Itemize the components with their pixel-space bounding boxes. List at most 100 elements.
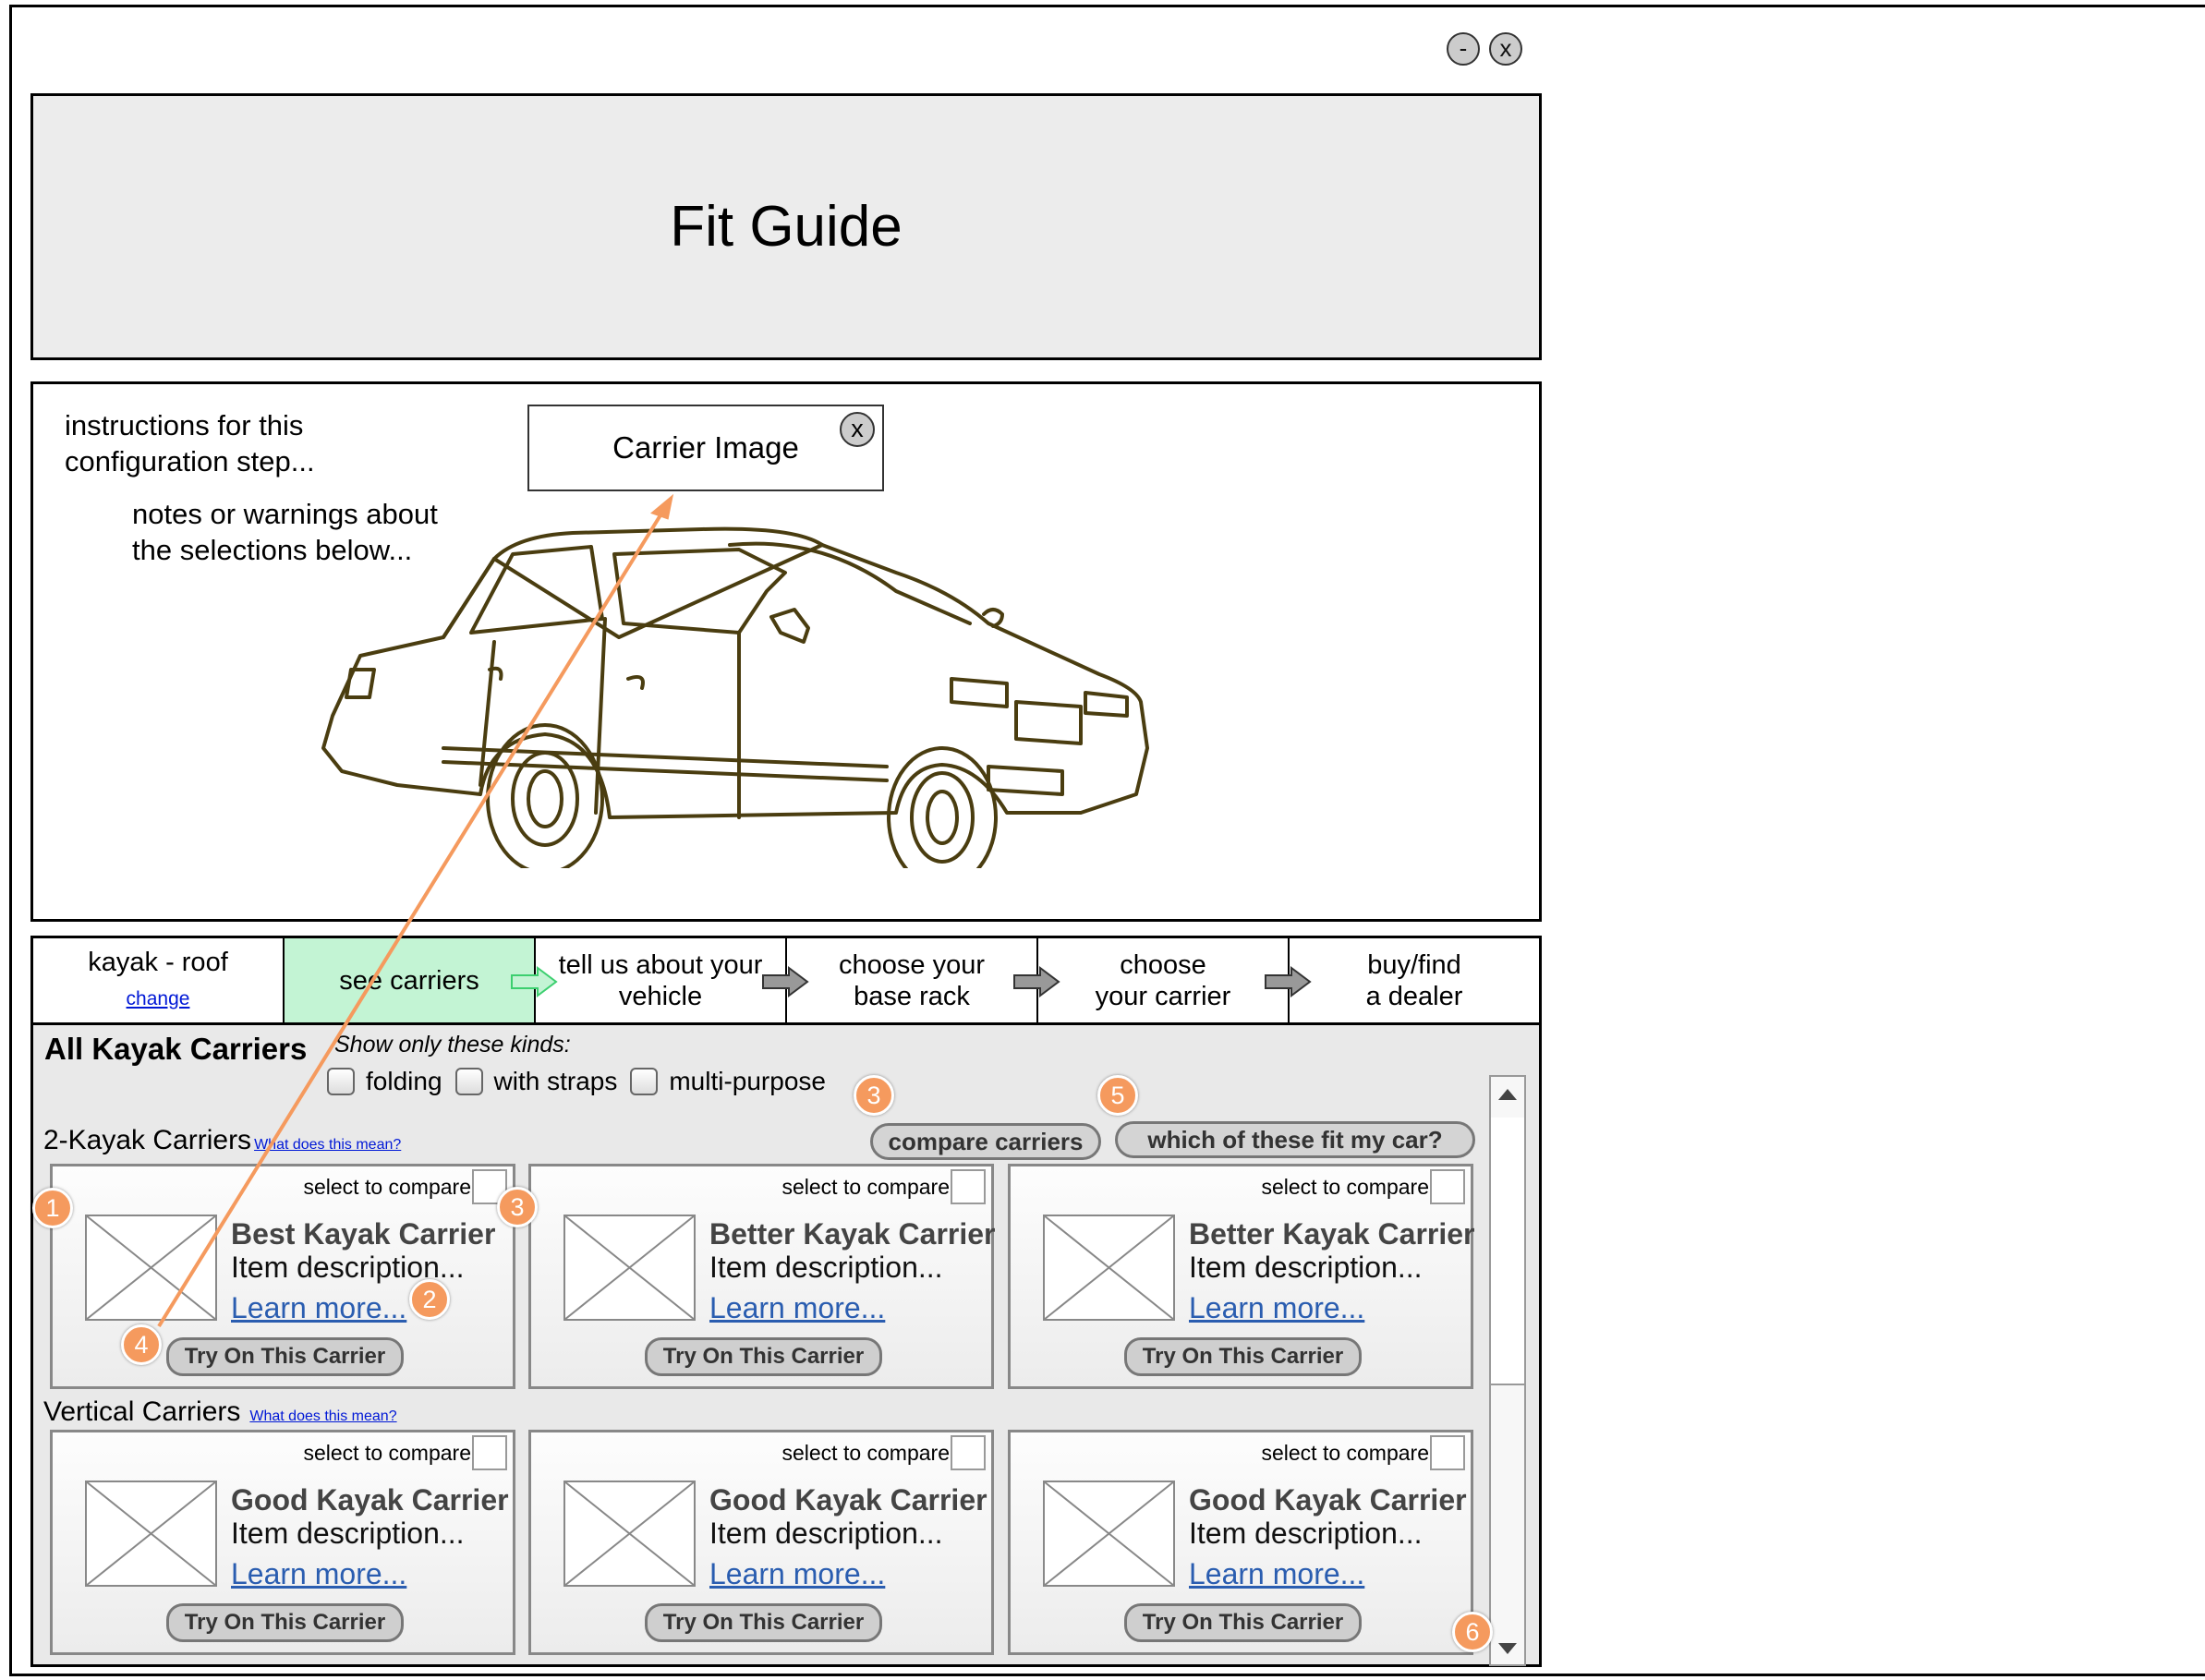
step-label: your carrier	[1095, 981, 1231, 1011]
carrier-description: Item description...	[709, 1251, 943, 1284]
step-label: choose	[1120, 949, 1206, 980]
page-title: Fit Guide	[670, 195, 903, 259]
learn-more-link[interactable]: Learn more...	[709, 1557, 885, 1591]
image-placeholder-icon	[1043, 1215, 1175, 1321]
carrier-title: Good Kayak Carrier	[709, 1483, 987, 1517]
instructions-text: instructions for this configuration step…	[65, 407, 315, 479]
step-label: a dealer	[1365, 981, 1463, 1011]
scroll-down-icon[interactable]	[1496, 1639, 1519, 1658]
content-title: All Kayak Carriers	[44, 1032, 308, 1066]
filter-straps-checkbox[interactable]	[454, 1068, 483, 1095]
instructions-line: instructions for this	[65, 409, 304, 441]
carrier-description: Item description...	[1189, 1517, 1423, 1550]
instructions-line: configuration step...	[65, 445, 315, 477]
step-label: buy/find	[1367, 949, 1461, 980]
section-header: Vertical Carriers What does this mean?	[43, 1396, 397, 1428]
carrier-image-label: Carrier Image	[612, 430, 799, 465]
annotation-badge: 2	[409, 1279, 450, 1320]
compare-checkbox[interactable]	[951, 1169, 986, 1204]
select-to-compare-label: select to compare	[1261, 1175, 1429, 1199]
change-link[interactable]: change	[127, 984, 190, 1015]
side-panel	[1560, 5, 2205, 1676]
step-label: tell us about your	[558, 949, 763, 980]
step-vehicle[interactable]: tell us about your vehicle	[536, 938, 809, 1022]
compare-carriers-button[interactable]: compare carriers	[870, 1123, 1101, 1160]
step-choose-carrier[interactable]: choose your carrier	[1038, 938, 1312, 1022]
step-arrow-icon	[1013, 966, 1060, 997]
scroll-up-icon[interactable]	[1496, 1085, 1519, 1104]
step-label: choose your	[839, 949, 985, 980]
filter-label: Show only these kinds:	[334, 1032, 571, 1058]
page-header: Fit Guide	[30, 93, 1542, 360]
filter-label-straps: with straps	[493, 1067, 618, 1095]
carrier-description: Item description...	[709, 1517, 943, 1550]
image-placeholder-icon	[85, 1215, 217, 1321]
carrier-title: Good Kayak Carrier	[1189, 1483, 1467, 1517]
filter-label-multipurpose: multi-purpose	[669, 1067, 826, 1095]
step-see-carriers[interactable]: see carriers	[285, 938, 558, 1022]
carrier-description: Item description...	[1189, 1251, 1423, 1284]
image-placeholder-icon	[563, 1215, 696, 1321]
filter-group: folding with straps multi-purpose	[327, 1067, 826, 1096]
carrier-description: Item description...	[231, 1517, 465, 1550]
close-button[interactable]: x	[1489, 32, 1522, 66]
annotation-badge: 1	[32, 1188, 73, 1228]
image-placeholder-icon	[85, 1481, 217, 1587]
fit-my-car-button[interactable]: which of these fit my car?	[1115, 1121, 1475, 1158]
compare-checkbox[interactable]	[472, 1435, 507, 1470]
select-to-compare-label: select to compare	[781, 1175, 950, 1199]
try-on-carrier-button[interactable]: Try On This Carrier	[166, 1603, 404, 1642]
compare-checkbox[interactable]	[1430, 1435, 1465, 1470]
try-on-carrier-button[interactable]: Try On This Carrier	[166, 1337, 404, 1376]
try-on-carrier-button[interactable]: Try On This Carrier	[1124, 1337, 1362, 1376]
annotation-badge: 4	[121, 1324, 162, 1365]
minimize-button[interactable]: -	[1447, 32, 1480, 66]
compare-checkbox[interactable]	[1430, 1169, 1465, 1204]
learn-more-link[interactable]: Learn more...	[231, 1557, 406, 1591]
section-label: 2-Kayak Carriers	[43, 1125, 252, 1155]
step-label: kayak - roof	[88, 947, 228, 977]
car-illustration	[321, 526, 1149, 868]
step-progress-bar: kayak - roof change see carriers tell us…	[30, 936, 1542, 1025]
scrollbar-thumb[interactable]	[1491, 1118, 1524, 1385]
help-link[interactable]: What does this mean?	[249, 1408, 396, 1425]
image-placeholder-icon	[1043, 1481, 1175, 1587]
image-placeholder-icon	[563, 1481, 696, 1587]
step-label: base rack	[854, 981, 970, 1011]
select-to-compare-label: select to compare	[781, 1441, 950, 1465]
step-arrow-icon	[1265, 966, 1312, 997]
learn-more-link[interactable]: Learn more...	[709, 1291, 885, 1325]
filter-folding-checkbox[interactable]	[327, 1068, 355, 1095]
annotation-badge: 3	[497, 1187, 538, 1227]
section-header: 2-Kayak Carriers What does this mean?	[43, 1125, 401, 1156]
filter-label-folding: folding	[366, 1067, 442, 1095]
step-arrow-icon	[511, 966, 558, 997]
annotation-badge: 3	[854, 1075, 894, 1116]
step-base-rack[interactable]: choose your base rack	[787, 938, 1060, 1022]
learn-more-link[interactable]: Learn more...	[1189, 1291, 1364, 1325]
step-arrow-icon	[762, 966, 809, 997]
step-label: vehicle	[618, 981, 703, 1011]
learn-more-link[interactable]: Learn more...	[1189, 1557, 1364, 1591]
carrier-image-close-button[interactable]: x	[840, 412, 875, 447]
annotation-badge: 6	[1452, 1612, 1493, 1652]
select-to-compare-label: select to compare	[1261, 1441, 1429, 1465]
step-kayak-roof: kayak - roof change	[33, 938, 285, 1022]
try-on-carrier-button[interactable]: Try On This Carrier	[645, 1603, 882, 1642]
carrier-title: Better Kayak Carrier	[709, 1217, 996, 1251]
help-link[interactable]: What does this mean?	[254, 1137, 401, 1154]
carrier-title: Good Kayak Carrier	[231, 1483, 509, 1517]
step-dealer[interactable]: buy/find a dealer	[1290, 938, 1539, 1022]
carrier-title: Better Kayak Carrier	[1189, 1217, 1475, 1251]
step-label: see carriers	[339, 965, 479, 996]
annotation-badge: 5	[1097, 1075, 1138, 1116]
try-on-carrier-button[interactable]: Try On This Carrier	[645, 1337, 882, 1376]
filter-multipurpose-checkbox[interactable]	[630, 1068, 659, 1095]
select-to-compare-label: select to compare	[303, 1175, 471, 1199]
learn-more-link[interactable]: Learn more...	[231, 1291, 406, 1325]
compare-checkbox[interactable]	[951, 1435, 986, 1470]
carrier-image-box: Carrier Image	[527, 405, 884, 491]
select-to-compare-label: select to compare	[303, 1441, 471, 1465]
try-on-carrier-button[interactable]: Try On This Carrier	[1124, 1603, 1362, 1642]
carrier-title: Best Kayak Carrier	[231, 1217, 496, 1251]
